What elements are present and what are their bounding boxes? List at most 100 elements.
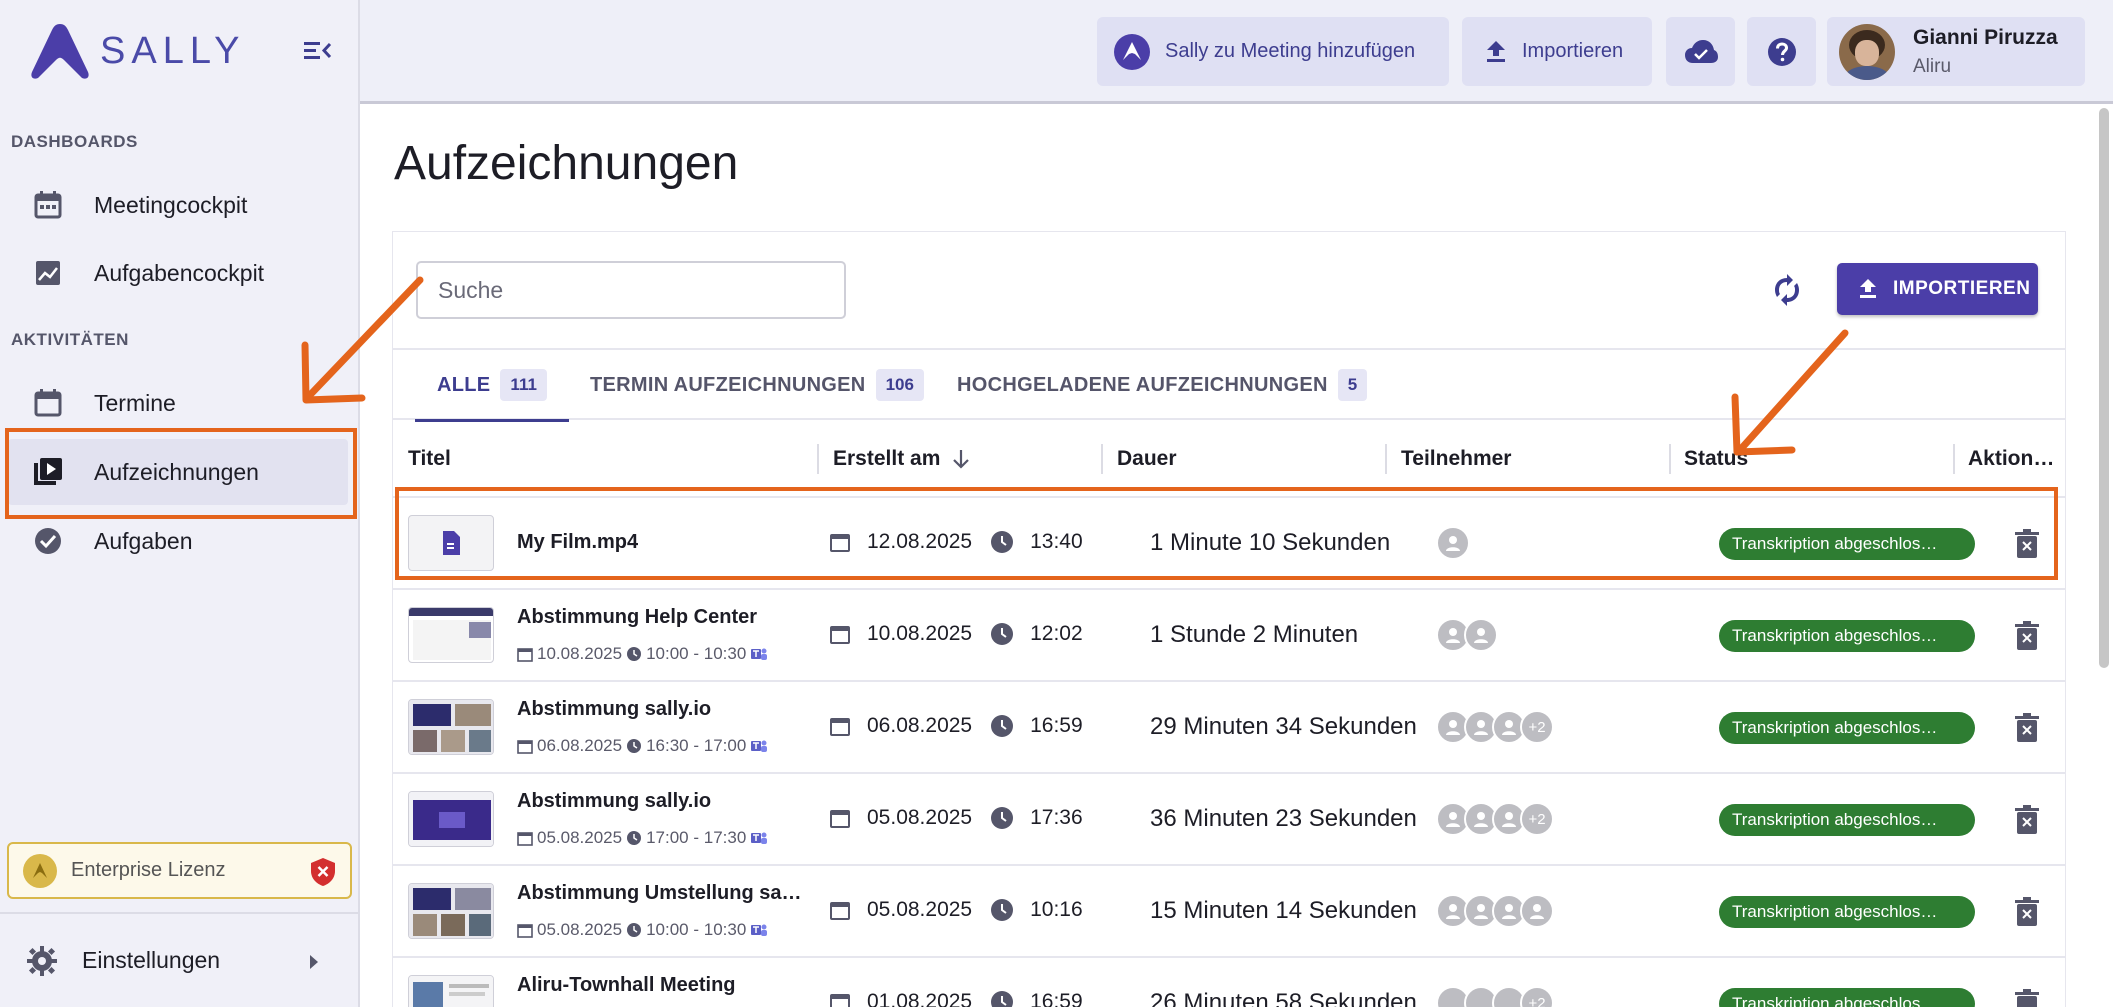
license-badge[interactable]: Enterprise Lizenz xyxy=(7,842,352,899)
sidebar-item-aufgaben[interactable]: Aufgaben xyxy=(8,508,348,574)
row-title[interactable]: Abstimmung sally.io xyxy=(517,698,711,721)
video-library-icon xyxy=(30,454,66,490)
recording-thumbnail xyxy=(408,699,494,755)
column-created-label: Erstellt am xyxy=(833,447,941,470)
participants: +2 xyxy=(1436,802,1554,836)
status-badge: Transkription abgeschlos… xyxy=(1719,620,1975,652)
sidebar-item-aufzeichnungen[interactable]: Aufzeichnungen xyxy=(8,439,348,505)
gear-icon xyxy=(27,945,57,976)
search-input[interactable] xyxy=(416,261,846,319)
column-participants[interactable]: Teilnehmer xyxy=(1401,420,1511,498)
recording-thumbnail xyxy=(408,791,494,847)
participants: +2 xyxy=(1436,710,1554,744)
row-title[interactable]: Abstimmung sally.io xyxy=(517,790,711,813)
recording-thumbnail xyxy=(408,975,494,1007)
row-duration: 36 Minuten 23 Sekunden xyxy=(1150,805,1417,832)
table-row[interactable]: Abstimmung sally.io 05.08.2025 17:00 - 1… xyxy=(393,774,2065,866)
row-meeting-info: 05.08.2025 10:00 - 10:30 xyxy=(517,920,768,940)
sidebar-item-label: Aufgaben xyxy=(94,527,193,554)
status-badge: Transkription abgeschlos… xyxy=(1719,896,1975,928)
import-button[interactable]: IMPORTIEREN xyxy=(1837,263,2038,315)
sidebar-item-label: Aufzeichnungen xyxy=(94,458,259,485)
calendar-icon xyxy=(830,810,850,828)
row-meeting-time: 16:30 - 17:00 xyxy=(646,736,747,755)
column-title[interactable]: Titel xyxy=(408,420,451,498)
tab-termin-aufzeichnungen[interactable]: TERMIN AUFZEICHNUNGEN 106 xyxy=(590,350,924,420)
tab-alle[interactable]: ALLE 111 xyxy=(415,350,569,422)
row-duration: 15 Minuten 14 Sekunden xyxy=(1150,897,1417,924)
add-to-meeting-label: Sally zu Meeting hinzufügen xyxy=(1165,40,1416,62)
user-menu[interactable]: Gianni Piruzza Aliru xyxy=(1827,17,2085,86)
table-row[interactable]: My Film.mp4 12.08.2025 13:40 1 Minute 10… xyxy=(393,498,2065,590)
table-row[interactable]: Aliru-Townhall Meeting 01.08.2025 16:59 … xyxy=(393,958,2065,1007)
sally-logo[interactable]: SALLY xyxy=(28,20,245,82)
cloud-sync-button[interactable] xyxy=(1666,17,1735,86)
tab-hochgeladene-aufzeichnungen[interactable]: HOCHGELADENE AUFZEICHNUNGEN 5 xyxy=(957,350,1368,420)
delete-icon[interactable] xyxy=(2013,896,2041,928)
delete-icon[interactable] xyxy=(2013,712,2041,744)
settings-label: Einstellungen xyxy=(82,947,221,973)
sidebar-item-meetingcockpit[interactable]: Meetingcockpit xyxy=(8,172,348,238)
delete-icon[interactable] xyxy=(2013,988,2041,1007)
sidebar-item-termine[interactable]: Termine xyxy=(8,370,348,436)
clock-icon xyxy=(627,739,642,753)
calendar-icon xyxy=(517,648,533,662)
status-badge: Transkription abgeschlos… xyxy=(1719,712,1975,744)
add-sally-to-meeting-button[interactable]: Sally zu Meeting hinzufügen xyxy=(1097,17,1449,86)
row-created: 05.08.2025 17:36 xyxy=(829,806,1083,830)
column-status[interactable]: Status xyxy=(1684,420,1748,498)
column-duration[interactable]: Dauer xyxy=(1117,420,1177,498)
recording-thumbnail xyxy=(408,883,494,939)
help-button[interactable] xyxy=(1747,17,1816,86)
row-title[interactable]: Aliru-Townhall Meeting xyxy=(517,974,736,997)
row-title[interactable]: Abstimmung Help Center xyxy=(517,606,757,629)
sidebar-item-settings[interactable]: Einstellungen xyxy=(0,912,358,1007)
table-row[interactable]: Abstimmung sally.io 06.08.2025 16:30 - 1… xyxy=(393,682,2065,774)
import-top-button[interactable]: Importieren xyxy=(1462,17,1652,86)
upload-icon xyxy=(1487,40,1505,62)
page-title: Aufzeichnungen xyxy=(394,137,739,190)
row-meeting-time: 10:00 - 10:30 xyxy=(646,920,747,939)
teams-icon xyxy=(751,740,768,752)
scrollbar[interactable] xyxy=(2099,108,2109,668)
clock-icon xyxy=(991,531,1014,553)
chart-icon xyxy=(30,255,66,291)
delete-icon[interactable] xyxy=(2013,804,2041,836)
column-created[interactable]: Erstellt am xyxy=(833,420,970,498)
table-row[interactable]: Abstimmung Umstellung sally… 05.08.2025 … xyxy=(393,866,2065,958)
sidebar-item-aufgabencockpit[interactable]: Aufgabencockpit xyxy=(8,240,348,306)
column-divider xyxy=(817,444,819,474)
delete-icon[interactable] xyxy=(2013,528,2041,560)
status-badge: Transkription abgeschlos… xyxy=(1719,804,1975,836)
avatar xyxy=(1839,23,1895,80)
row-created: 01.08.2025 16:59 xyxy=(829,990,1083,1007)
column-divider xyxy=(1953,444,1955,474)
file-icon xyxy=(443,531,460,555)
row-meeting-date: 05.08.2025 xyxy=(537,920,623,939)
collapse-menu-icon[interactable] xyxy=(300,36,336,66)
delete-icon[interactable] xyxy=(2013,620,2041,652)
table-row[interactable]: Abstimmung Help Center 10.08.2025 10:00 … xyxy=(393,590,2065,682)
column-divider xyxy=(1385,444,1387,474)
row-time: 17:36 xyxy=(1030,806,1083,829)
refresh-icon[interactable] xyxy=(1769,272,1805,308)
teams-icon xyxy=(751,648,768,660)
tab-label: TERMIN AUFZEICHNUNGEN xyxy=(590,373,866,396)
sally-logo-icon xyxy=(31,24,89,79)
row-duration: 1 Stunde 2 Minuten xyxy=(1150,621,1359,648)
calendar-icon xyxy=(30,187,66,223)
section-activities: AKTIVITÄTEN xyxy=(11,330,129,349)
row-title[interactable]: Abstimmung Umstellung sally… xyxy=(517,882,807,905)
tab-count: 111 xyxy=(500,369,547,401)
clock-icon xyxy=(991,807,1014,829)
row-title[interactable]: My Film.mp4 xyxy=(517,531,638,554)
table-header: Titel Erstellt am Dauer Teilnehmer Statu… xyxy=(393,420,2065,498)
column-actions[interactable]: Aktion… xyxy=(1968,420,2054,498)
column-divider xyxy=(1101,444,1103,474)
calendar-icon xyxy=(830,626,850,644)
participant-avatar xyxy=(1520,894,1554,928)
import-top-label: Importieren xyxy=(1522,40,1624,62)
license-logo-icon xyxy=(23,853,57,888)
check-circle-icon xyxy=(30,523,66,559)
participant-avatar xyxy=(1464,618,1498,652)
